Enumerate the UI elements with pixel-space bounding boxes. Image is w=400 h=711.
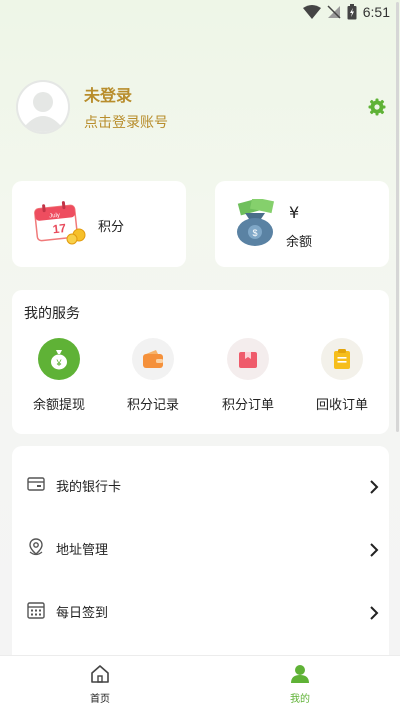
balance-currency: ¥: [289, 203, 300, 222]
service-withdraw[interactable]: ¥ 余额提现: [19, 338, 99, 413]
tab-home[interactable]: 首页: [70, 664, 130, 705]
tab-mine[interactable]: 我的: [270, 664, 330, 705]
settings-menu: 我的银行卡 地址管理 每日签到: [12, 446, 389, 676]
service-points-record[interactable]: 积分记录: [113, 338, 193, 413]
bank-card-icon: [27, 477, 45, 491]
service-recycle-order[interactable]: 回收订单: [302, 338, 382, 413]
calendar-month-label: July: [49, 213, 60, 220]
menu-item-address[interactable]: 地址管理: [12, 515, 389, 578]
scrollbar[interactable]: [396, 2, 399, 432]
menu-item-daily-checkin[interactable]: 每日签到: [12, 578, 389, 641]
services-panel: 我的服务 ¥ 余额提现 积分记录 积分订单 回收订单: [12, 290, 389, 434]
status-bar: 6:51: [0, 0, 400, 28]
bottom-tab-bar: 首页 我的: [0, 655, 400, 711]
gear-icon[interactable]: [368, 98, 386, 116]
menu-item-bank-card[interactable]: 我的银行卡: [12, 452, 389, 515]
chevron-right-icon: [370, 606, 379, 620]
calendar-coins-icon: July 17: [34, 201, 86, 245]
avatar-placeholder-icon: [16, 80, 70, 134]
service-points-order-label: 积分订单: [221, 398, 274, 413]
location-pin-icon: [29, 538, 43, 556]
chevron-right-icon: [370, 543, 379, 557]
menu-item-bank-card-label: 我的银行卡: [56, 480, 122, 495]
menu-item-address-label: 地址管理: [56, 543, 109, 558]
points-card[interactable]: July 17 积分: [12, 181, 186, 267]
points-label: 积分: [98, 220, 125, 235]
wallet-icon: [132, 338, 174, 380]
calendar-day-label: 17: [52, 221, 67, 236]
battery-icon: [347, 4, 357, 20]
service-withdraw-label: 余额提现: [32, 398, 85, 413]
calendar-icon: [27, 602, 45, 619]
money-bag-icon: ¥: [38, 338, 80, 380]
service-points-order[interactable]: 积分订单: [208, 338, 288, 413]
menu-item-daily-checkin-label: 每日签到: [56, 606, 109, 621]
money-bag-icon: $: [237, 199, 275, 246]
balance-label: 余额: [286, 235, 313, 250]
status-time: 6:51: [362, 4, 390, 20]
tab-mine-label: 我的: [290, 694, 310, 705]
profile-header[interactable]: 未登录 点击登录账号: [16, 80, 386, 134]
login-link[interactable]: 点击登录账号: [84, 112, 168, 132]
gift-box-icon: [227, 338, 269, 380]
service-recycle-order-label: 回收订单: [315, 398, 368, 413]
balance-card[interactable]: $ ¥ 余额: [215, 181, 389, 267]
service-points-record-label: 积分记录: [126, 398, 179, 413]
no-signal-icon: [327, 5, 341, 19]
wifi-icon: [302, 5, 321, 19]
svg-text:$: $: [252, 228, 257, 238]
services-title: 我的服务: [24, 306, 80, 322]
user-icon: [291, 665, 309, 683]
home-icon: [91, 665, 109, 683]
svg-text:¥: ¥: [55, 358, 62, 368]
tab-home-label: 首页: [90, 694, 110, 705]
profile-name[interactable]: 未登录: [84, 82, 132, 106]
clipboard-icon: [321, 338, 363, 380]
chevron-right-icon: [370, 480, 379, 494]
avatar[interactable]: [16, 80, 70, 134]
